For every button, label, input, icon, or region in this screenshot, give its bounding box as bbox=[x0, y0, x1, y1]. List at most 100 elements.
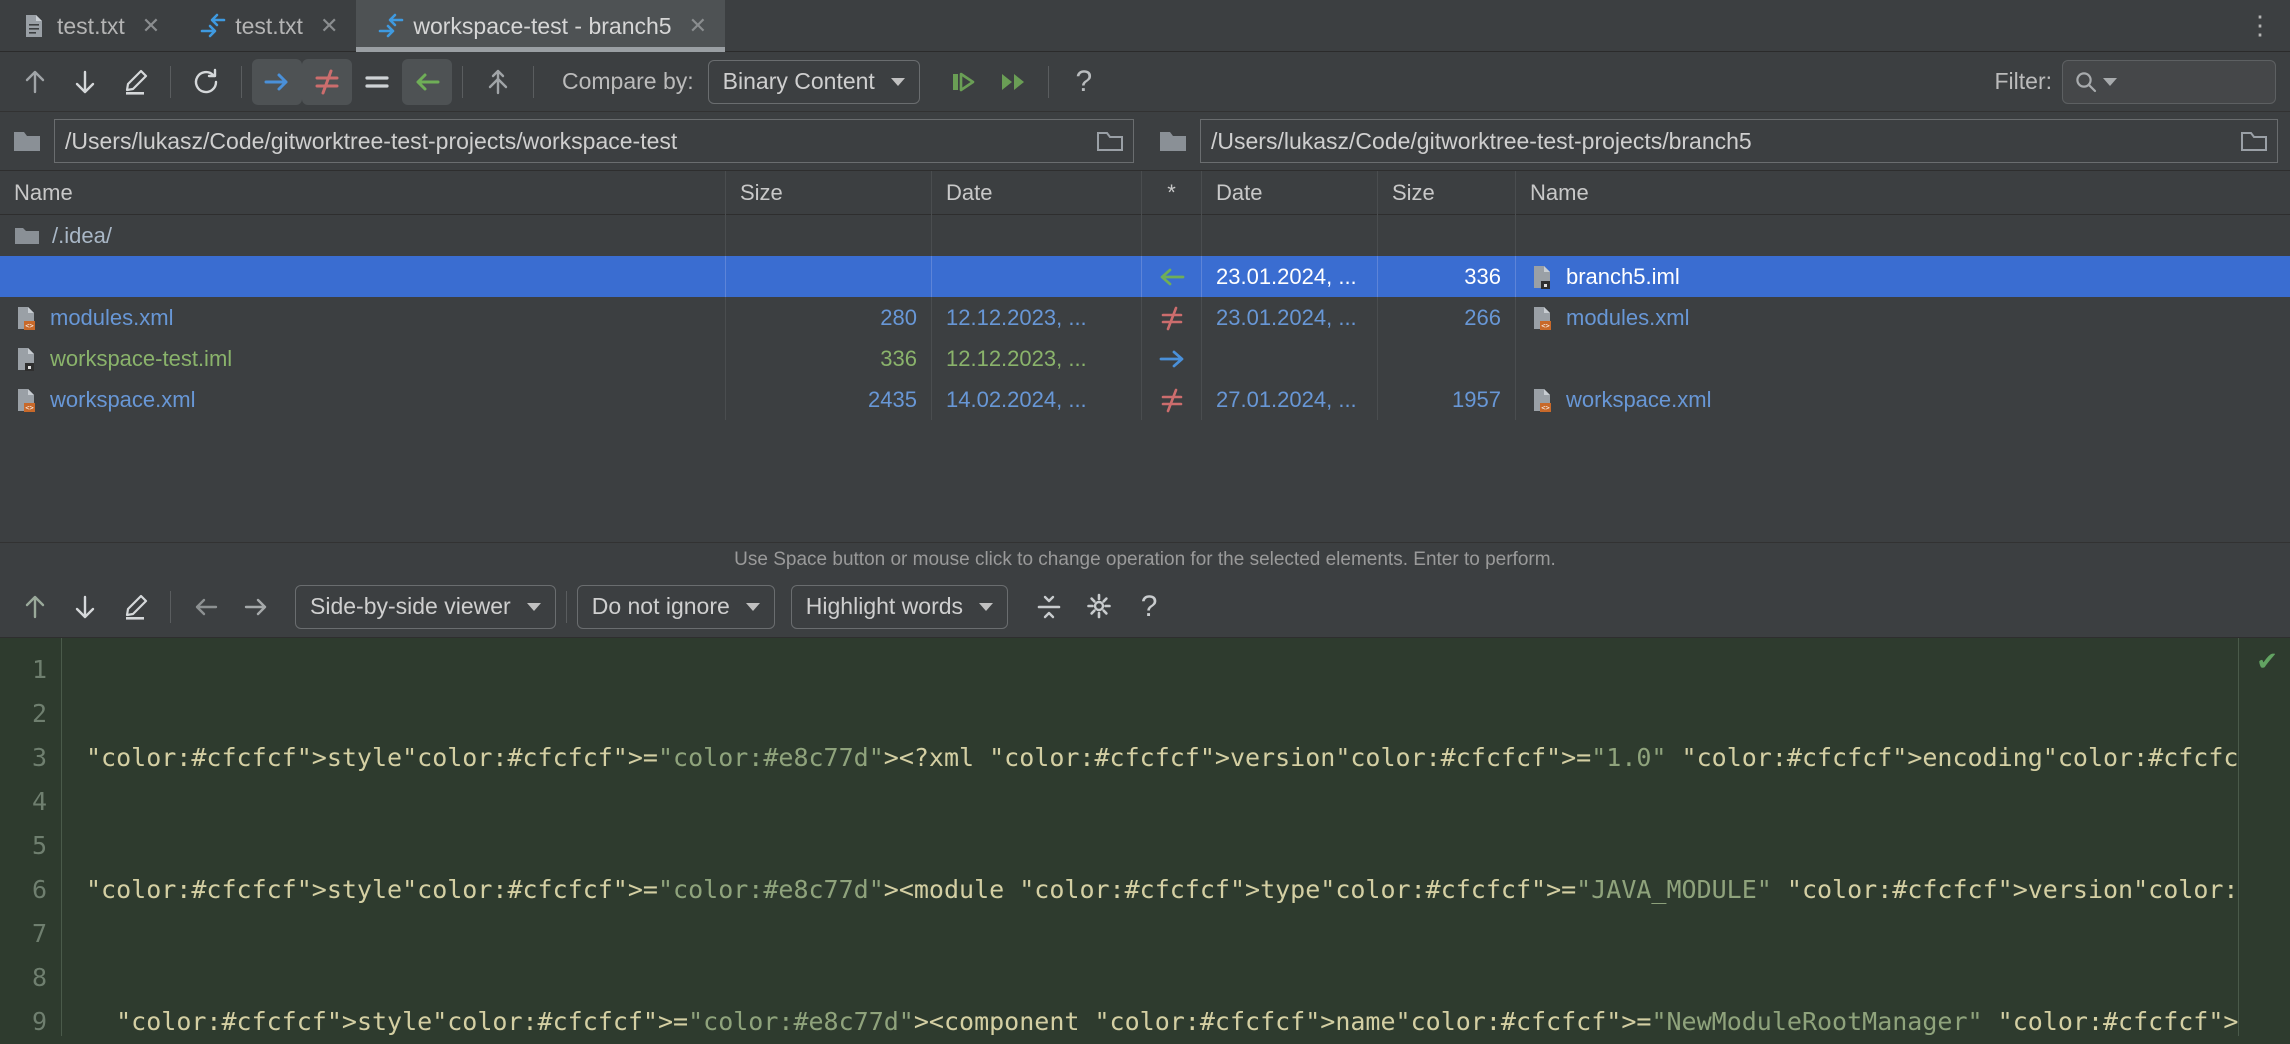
question-mark-icon: ? bbox=[1141, 590, 1158, 624]
cell-operation[interactable] bbox=[1142, 379, 1202, 420]
code-line: "color:#cfcfcf">style"color:#cfcfcf">="c… bbox=[86, 736, 2238, 780]
play-all-button[interactable] bbox=[988, 59, 1038, 105]
column-header-right-name[interactable]: Name bbox=[1516, 171, 2290, 215]
table-row[interactable]: 23.01.2024, ... 336 branch5.iml bbox=[0, 256, 2290, 297]
column-header-left-size[interactable]: Size bbox=[726, 171, 932, 215]
arrow-down-icon bbox=[70, 67, 100, 97]
tab-test-txt-2[interactable]: test.txt ✕ bbox=[178, 0, 356, 52]
status-ok-icon: ✔ bbox=[2256, 646, 2278, 677]
line-number: 3 bbox=[0, 736, 47, 780]
accept-right-button[interactable] bbox=[231, 584, 281, 630]
file-comparison-table: Name Size Date * Date Size Name /.idea/ bbox=[0, 170, 2290, 542]
chevron-down-icon bbox=[746, 603, 760, 611]
cell-left-name bbox=[0, 256, 726, 297]
column-header-right-date[interactable]: Date bbox=[1202, 171, 1378, 215]
line-number: 5 bbox=[0, 824, 47, 868]
search-icon bbox=[2073, 69, 2099, 95]
accept-left-button[interactable] bbox=[181, 584, 231, 630]
ignore-mode-dropdown[interactable]: Do not ignore bbox=[577, 585, 775, 629]
table-header-row: Name Size Date * Date Size Name bbox=[0, 171, 2290, 215]
horizontal-scrollbar[interactable] bbox=[0, 1036, 2290, 1044]
column-header-left-date[interactable]: Date bbox=[932, 171, 1142, 215]
filter-input[interactable] bbox=[2062, 60, 2276, 104]
tab-workspace-test-branch5[interactable]: workspace-test - branch5 ✕ bbox=[356, 0, 725, 52]
operation-hint: Use Space button or mouse click to chang… bbox=[0, 542, 2290, 576]
svg-text:<>: <> bbox=[25, 404, 33, 412]
xml-file-icon: <> bbox=[14, 387, 38, 413]
show-new-on-right-button[interactable] bbox=[252, 59, 302, 105]
play-step-button[interactable] bbox=[938, 59, 988, 105]
code-content[interactable]: "color:#cfcfcf">style"color:#cfcfcf">="c… bbox=[62, 638, 2238, 1044]
line-number: 2 bbox=[0, 692, 47, 736]
right-path-field[interactable]: /Users/lukasz/Code/gitworktree-test-proj… bbox=[1200, 119, 2278, 163]
synchronize-button[interactable] bbox=[473, 59, 523, 105]
previous-diff-button[interactable] bbox=[10, 584, 60, 630]
left-name-text: workspace-test.iml bbox=[50, 346, 232, 372]
viewer-mode-dropdown[interactable]: Side-by-side viewer bbox=[295, 585, 556, 629]
diff-icon bbox=[378, 13, 402, 39]
table-row[interactable]: /.idea/ bbox=[0, 215, 2290, 256]
line-number: 4 bbox=[0, 780, 47, 824]
help-button[interactable]: ? bbox=[1059, 59, 1109, 105]
toolbar-separator bbox=[1048, 66, 1049, 98]
edit-source-button[interactable] bbox=[110, 584, 160, 630]
table-row[interactable]: <> modules.xml 280 12.12.2023, ... 23 bbox=[0, 297, 2290, 338]
cell-right-size bbox=[1378, 215, 1516, 256]
toolbar-separator bbox=[170, 591, 171, 623]
cell-operation[interactable] bbox=[1142, 338, 1202, 379]
column-header-operation[interactable]: * bbox=[1142, 171, 1202, 215]
diff-toolbar: Side-by-side viewer Do not ignore Highli… bbox=[0, 576, 2290, 638]
right-name-text: branch5.iml bbox=[1566, 264, 1680, 290]
overflow-menu-icon[interactable]: ⋮ bbox=[2230, 0, 2290, 51]
editor-scrollbar[interactable]: ✔ bbox=[2238, 638, 2290, 1044]
cell-left-date: 12.12.2023, ... bbox=[932, 338, 1142, 379]
folder-open-icon[interactable] bbox=[2239, 128, 2269, 154]
cell-operation[interactable] bbox=[1142, 297, 1202, 338]
merge-icon bbox=[483, 67, 513, 97]
play-all-icon bbox=[998, 67, 1028, 97]
previous-difference-button[interactable] bbox=[10, 59, 60, 105]
arrow-up-icon bbox=[20, 592, 50, 622]
gear-icon bbox=[1084, 592, 1114, 622]
tab-close-icon[interactable]: ✕ bbox=[689, 15, 707, 37]
show-new-on-left-button[interactable] bbox=[402, 59, 452, 105]
toolbar-separator bbox=[170, 66, 171, 98]
question-mark-icon: ? bbox=[1075, 65, 1092, 99]
not-equal-red-icon bbox=[1159, 305, 1185, 331]
tab-close-icon[interactable]: ✕ bbox=[320, 15, 338, 37]
cell-operation[interactable] bbox=[1142, 256, 1202, 297]
compare-by-dropdown[interactable]: Binary Content bbox=[708, 60, 920, 104]
column-header-left-name[interactable]: Name bbox=[0, 171, 726, 215]
path-bar: /Users/lukasz/Code/gitworktree-test-proj… bbox=[0, 112, 2290, 170]
left-name-text: workspace.xml bbox=[50, 387, 195, 413]
edit-button[interactable] bbox=[110, 59, 160, 105]
column-header-right-size[interactable]: Size bbox=[1378, 171, 1516, 215]
next-difference-button[interactable] bbox=[60, 59, 110, 105]
folder-open-icon[interactable] bbox=[1095, 128, 1125, 154]
refresh-icon bbox=[191, 67, 221, 97]
show-equal-button[interactable] bbox=[352, 59, 402, 105]
chevron-down-icon bbox=[527, 603, 541, 611]
show-different-button[interactable] bbox=[302, 59, 352, 105]
iml-file-icon bbox=[14, 346, 38, 372]
chevron-down-icon bbox=[2103, 78, 2117, 86]
highlight-mode-dropdown[interactable]: Highlight words bbox=[791, 585, 1008, 629]
table-row[interactable]: <> workspace.xml 2435 14.02.2024, ... bbox=[0, 379, 2290, 420]
left-path-field[interactable]: /Users/lukasz/Code/gitworktree-test-proj… bbox=[54, 119, 1134, 163]
collapse-unchanged-button[interactable] bbox=[1024, 584, 1074, 630]
tab-close-icon[interactable]: ✕ bbox=[142, 15, 160, 37]
pencil-icon bbox=[120, 67, 150, 97]
table-row[interactable]: workspace-test.iml 336 12.12.2023, ... bbox=[0, 338, 2290, 379]
cell-right-size: 336 bbox=[1378, 256, 1516, 297]
diff-help-button[interactable]: ? bbox=[1124, 584, 1174, 630]
toolbar-separator bbox=[462, 66, 463, 98]
tab-test-txt-1[interactable]: test.txt ✕ bbox=[0, 0, 178, 52]
toolbar-separator bbox=[241, 66, 242, 98]
arrow-up-icon bbox=[20, 67, 50, 97]
settings-button[interactable] bbox=[1074, 584, 1124, 630]
xml-file-icon: <> bbox=[14, 305, 38, 331]
next-diff-button[interactable] bbox=[60, 584, 110, 630]
refresh-button[interactable] bbox=[181, 59, 231, 105]
diff-icon bbox=[200, 13, 224, 39]
cell-operation[interactable] bbox=[1142, 215, 1202, 256]
